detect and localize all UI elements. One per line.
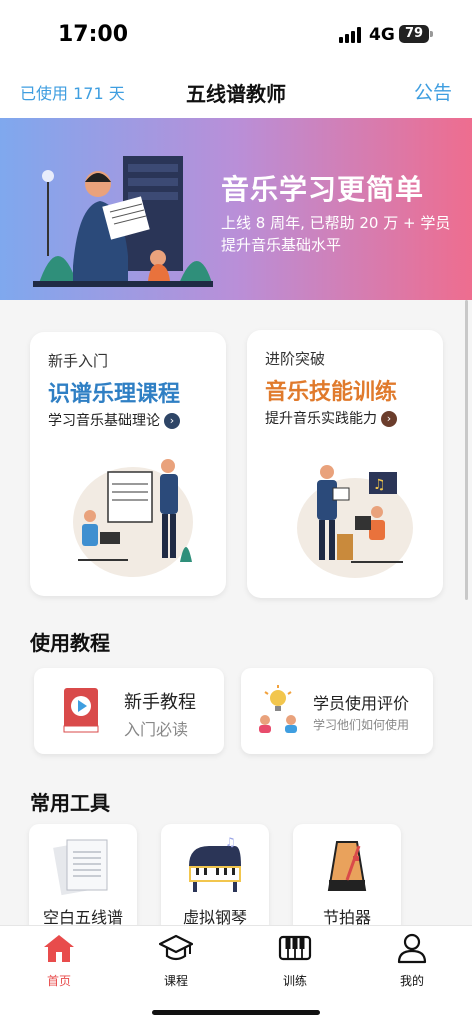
banner-title: 音乐学习更简单 xyxy=(221,173,425,206)
page-title: 五线谱教师 xyxy=(186,82,286,106)
svg-text:♫: ♫ xyxy=(225,836,236,849)
course-title: 识谱乐理课程 xyxy=(48,382,181,407)
tutorial-section-title: 使用教程 xyxy=(30,631,110,655)
video-book-icon xyxy=(63,688,99,733)
practice-illustration-icon: ♫ xyxy=(297,465,413,578)
course-card-skills[interactable]: 进阶突破 音乐技能训练 提升音乐实践能力 › ♫ xyxy=(247,330,443,598)
graduation-cap-icon xyxy=(158,934,194,961)
course-subtitle-text: 学习音乐基础理论 xyxy=(48,413,160,429)
tab-course[interactable]: 课程 xyxy=(141,932,211,989)
network-type: 4G xyxy=(369,25,395,45)
course-subtitle: 提升音乐实践能力 › xyxy=(265,408,397,428)
course-title: 音乐技能训练 xyxy=(265,380,398,405)
tab-label: 首页 xyxy=(46,974,71,988)
home-indicator xyxy=(152,1010,320,1015)
banner-subtitle: 上线 8 周年, 已帮助 20 万 + 学员提升音乐基础水平 xyxy=(221,214,451,254)
piano-keys-icon xyxy=(278,935,312,961)
promo-banner[interactable]: 音乐学习更简单 上线 8 周年, 已帮助 20 万 + 学员提升音乐基础水平 xyxy=(0,118,472,300)
notice-link[interactable]: 公告 xyxy=(414,78,452,105)
sheet-paper-icon xyxy=(53,839,108,896)
tool-metronome[interactable]: 节拍器 xyxy=(293,824,401,934)
user-icon xyxy=(397,933,427,964)
tools-section-title: 常用工具 xyxy=(30,791,110,815)
status-bar: 17:00 4G 79 xyxy=(0,0,472,70)
chevron-right-icon: › xyxy=(164,413,180,429)
tab-label: 我的 xyxy=(399,974,424,988)
metronome-icon xyxy=(327,841,367,891)
piano-icon: ♫ xyxy=(189,836,241,892)
tutorial-card-beginner[interactable]: 新手教程 入门必读 xyxy=(34,668,224,754)
tutorial-subtitle: 学习他们如何使用 xyxy=(313,718,410,732)
tool-virtual-piano[interactable]: ♫ 虚拟钢琴 xyxy=(161,824,269,934)
home-icon xyxy=(44,935,74,962)
battery-icon: 79 xyxy=(399,25,433,43)
course-kicker: 进阶突破 xyxy=(265,350,326,368)
tool-blank-staff[interactable]: 空白五线谱 xyxy=(29,824,137,934)
lightbulb-users-icon xyxy=(259,685,297,733)
app-header: 已使用 171 天 五线谱教师 公告 xyxy=(0,70,472,118)
course-subtitle-text: 提升音乐实践能力 xyxy=(265,411,377,427)
tutorial-title: 学员使用评价 xyxy=(313,694,410,713)
status-time: 17:00 xyxy=(58,22,129,47)
tutorial-subtitle: 入门必读 xyxy=(124,720,189,739)
course-card-theory[interactable]: 新手入门 识谱乐理课程 学习音乐基础理论 › xyxy=(30,332,226,596)
svg-text:♫: ♫ xyxy=(373,477,386,493)
signal-icon xyxy=(339,27,363,43)
course-kicker: 新手入门 xyxy=(48,352,109,370)
tutorial-title: 新手教程 xyxy=(124,692,196,713)
scroll-indicator xyxy=(465,300,468,600)
tab-profile[interactable]: 我的 xyxy=(377,932,447,989)
tab-training[interactable]: 训练 xyxy=(260,932,330,989)
classroom-illustration-icon xyxy=(73,459,193,577)
tab-label: 训练 xyxy=(282,974,307,988)
tutorial-card-reviews[interactable]: 学员使用评价 学习他们如何使用 xyxy=(241,668,433,754)
course-subtitle: 学习音乐基础理论 › xyxy=(48,410,180,430)
tab-home[interactable]: 首页 xyxy=(24,932,94,989)
teacher-illustration-icon xyxy=(33,156,213,287)
tab-label: 课程 xyxy=(163,974,188,988)
chevron-right-icon: › xyxy=(381,411,397,427)
